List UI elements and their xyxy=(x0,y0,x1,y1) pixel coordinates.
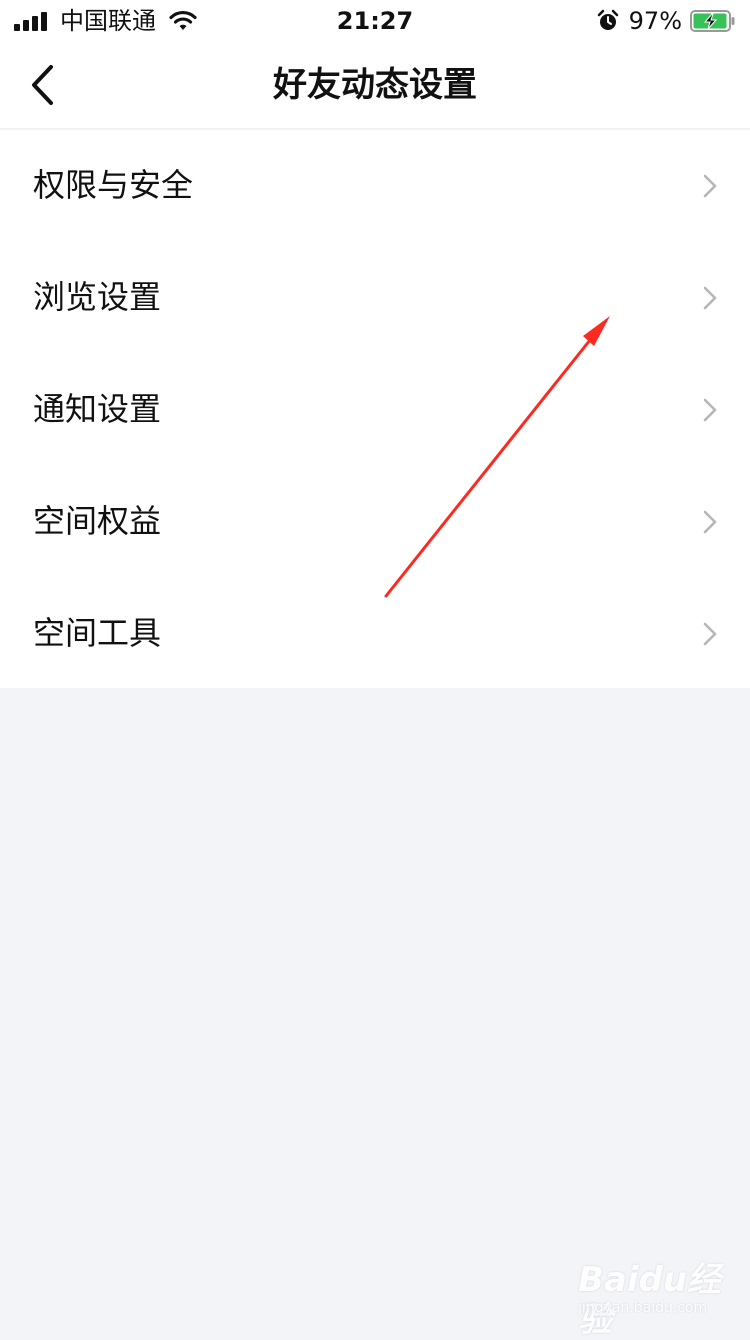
page-title: 好友动态设置 xyxy=(273,65,477,105)
baidu-jingyan-watermark: Baidu经验 jingyan.baidu.com xyxy=(578,1252,728,1340)
menu-item-label: 空间权益 xyxy=(33,502,162,540)
battery-charging-icon xyxy=(690,10,735,32)
menu-item-browse-settings[interactable]: 浏览设置 xyxy=(0,242,750,354)
chevron-right-icon xyxy=(703,174,717,198)
alarm-clock-icon xyxy=(597,9,618,30)
menu-item-label: 权限与安全 xyxy=(33,166,194,204)
menu-item-label: 通知设置 xyxy=(33,390,162,428)
menu-item-notification-settings[interactable]: 通知设置 xyxy=(0,354,750,466)
status-bar-right: 97% xyxy=(597,6,736,36)
battery-percent: 97% xyxy=(628,7,682,35)
menu-item-permissions-security[interactable]: 权限与安全 xyxy=(0,130,750,242)
menu-item-space-benefits[interactable]: 空间权益 xyxy=(0,466,750,578)
navigation-bar: 好友动态设置 xyxy=(0,42,750,129)
chevron-right-icon xyxy=(703,510,717,534)
menu-item-label: 空间工具 xyxy=(33,614,162,652)
menu-item-space-tools[interactable]: 空间工具 xyxy=(0,578,750,690)
status-bar: 中国联通 21:27 97% xyxy=(0,0,750,42)
menu-item-label: 浏览设置 xyxy=(33,278,162,316)
chevron-right-icon xyxy=(703,622,717,646)
chevron-right-icon xyxy=(703,398,717,422)
settings-menu: 权限与安全 浏览设置 通知设置 空间权益 空间工具 xyxy=(0,130,750,688)
chevron-right-icon xyxy=(703,286,717,310)
watermark-url: jingyan.baidu.com xyxy=(578,1300,708,1316)
